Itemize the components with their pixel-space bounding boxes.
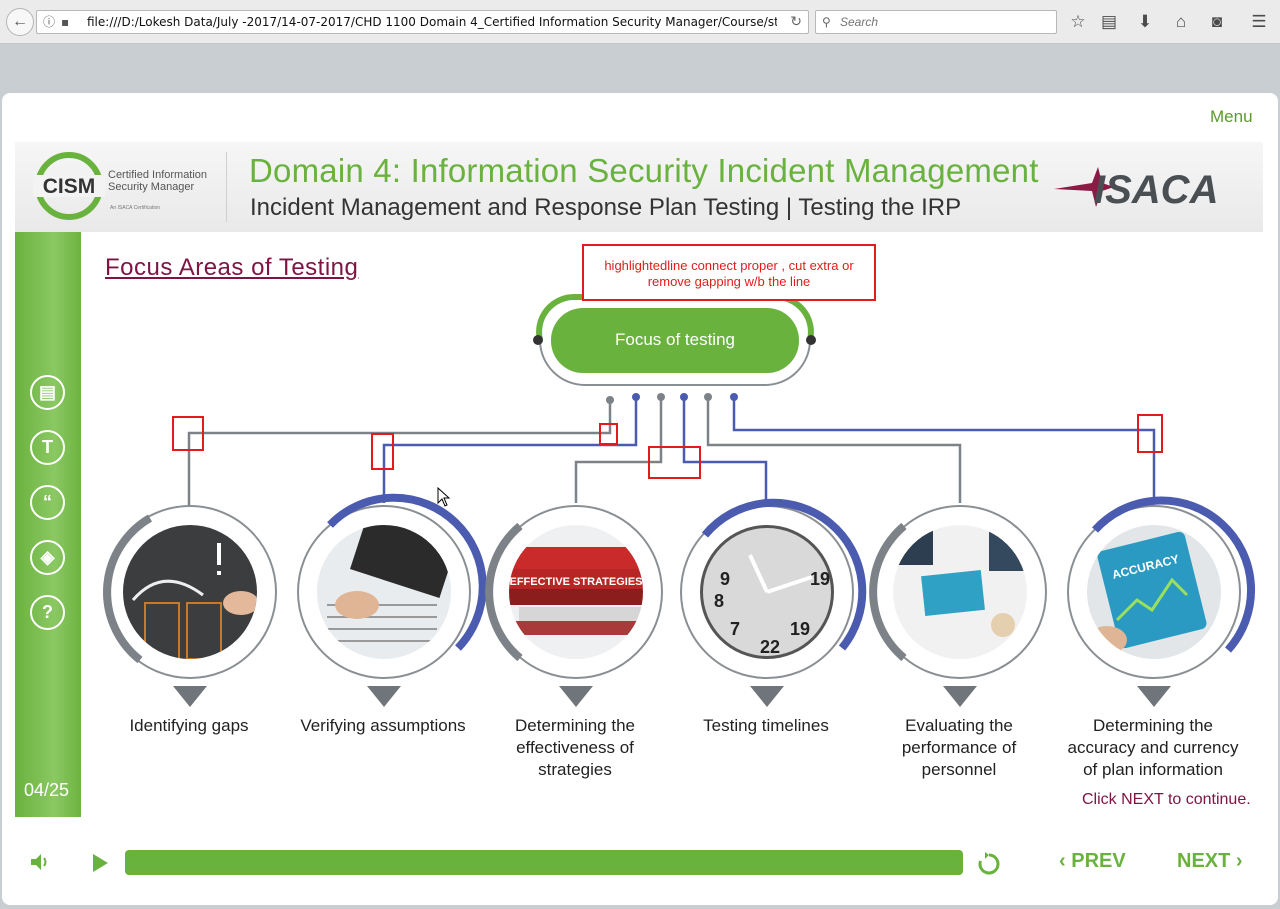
- svg-text:22: 22: [760, 637, 780, 657]
- isaca-logo-word: ISACA: [1094, 168, 1218, 212]
- cism-logo: CISM: [33, 152, 105, 220]
- replay-icon[interactable]: [976, 851, 1002, 877]
- cism-caption-line1: Certified Information: [108, 169, 208, 181]
- item-label-identifying-gaps: Identifying gaps: [129, 716, 249, 735]
- url-bar[interactable]: ⓘ ▪ file:///D:/Lokesh Data/July -2017/14…: [36, 10, 809, 34]
- progress-bar[interactable]: [125, 850, 963, 875]
- prev-button[interactable]: ‹ PREV: [1059, 850, 1126, 873]
- hamburger-menu-icon[interactable]: ☰: [1249, 12, 1269, 32]
- layers-icon[interactable]: ◈: [30, 540, 65, 575]
- pocket-icon[interactable]: ◙: [1207, 12, 1227, 32]
- click-next-instruction: Click NEXT to continue.: [1082, 791, 1251, 808]
- item-label-accuracy: Determining the accuracy and currency of…: [1067, 716, 1239, 779]
- reload-icon[interactable]: ↻: [790, 11, 802, 33]
- header-divider: [226, 152, 227, 222]
- volume-icon[interactable]: [29, 852, 51, 872]
- url-text[interactable]: file:///D:/Lokesh Data/July -2017/14-07-…: [87, 11, 777, 33]
- photo-meeting: [893, 525, 1027, 659]
- isaca-logo: ISACA: [1054, 167, 1218, 212]
- notes-icon[interactable]: ▤: [30, 375, 65, 410]
- domain-subtitle: Incident Management and Response Plan Te…: [250, 194, 962, 221]
- page-icon: ▪: [61, 15, 70, 29]
- quote-icon[interactable]: “: [30, 485, 65, 520]
- cism-logo-caption: Certified Information Security Manager: [108, 169, 207, 193]
- cism-caption-line2: Security Manager: [108, 181, 195, 193]
- slide-counter: 04/25: [24, 780, 70, 800]
- photo-calculator: [317, 525, 451, 659]
- photo-chalkboard: [123, 525, 257, 659]
- review-annotation-note: highlightedline connect proper , cut ext…: [582, 244, 876, 301]
- help-icon[interactable]: ?: [30, 595, 65, 630]
- svg-text:7: 7: [730, 619, 740, 639]
- item-label-effectiveness: Determining the effectiveness of strateg…: [514, 716, 635, 779]
- download-icon[interactable]: ⬇: [1135, 12, 1155, 32]
- cism-caption-line3: An ISACA Certification: [110, 205, 161, 211]
- photo-clock: 987 19 19 22: [700, 525, 834, 659]
- item-label-personnel: Evaluating the performance of personnel: [901, 716, 1017, 779]
- browser-toolbar: ← ⓘ ▪ file:///D:/Lokesh Data/July -2017/…: [0, 0, 1280, 44]
- svg-text:9: 9: [720, 569, 730, 589]
- bookmark-star-icon[interactable]: ☆: [1068, 12, 1088, 32]
- search-input[interactable]: [840, 14, 1050, 30]
- menu-link[interactable]: Menu: [1210, 107, 1253, 127]
- item-label-timelines: Testing timelines: [703, 716, 829, 735]
- progress-fill: [125, 850, 963, 875]
- next-button[interactable]: NEXT ›: [1177, 850, 1243, 873]
- domain-title: Domain 4: Information Security Incident …: [249, 152, 1039, 189]
- search-icon: ⚲: [822, 15, 831, 29]
- transcript-icon[interactable]: T: [30, 430, 65, 465]
- chevron-right-icon: ›: [1235, 850, 1243, 872]
- sidebar: [15, 232, 81, 817]
- play-icon[interactable]: [93, 854, 108, 872]
- cism-logo-word: CISM: [43, 175, 96, 198]
- slide-heading: Focus Areas of Testing: [105, 254, 359, 281]
- search-bar[interactable]: ⚲: [815, 10, 1057, 34]
- focus-pill-label[interactable]: Focus of testing: [551, 330, 799, 350]
- mouse-cursor: [437, 487, 451, 507]
- svg-text:8: 8: [714, 591, 724, 611]
- next-label: NEXT: [1177, 850, 1231, 872]
- back-icon[interactable]: ←: [6, 8, 34, 36]
- item-label-verifying-assumptions: Verifying assumptions: [300, 716, 466, 735]
- reading-list-icon[interactable]: ▤: [1099, 12, 1119, 32]
- prev-label: PREV: [1071, 850, 1126, 872]
- chevron-left-icon: ‹: [1059, 850, 1066, 872]
- photo-accuracy: ACCURACY: [1087, 525, 1221, 659]
- photo-strategies-text: EFFECTIVE STRATEGIES: [509, 576, 642, 588]
- photo-effective-strategies: EFFECTIVE STRATEGIES: [509, 525, 643, 659]
- svg-text:19: 19: [810, 569, 830, 589]
- info-icon[interactable]: ⓘ: [43, 11, 55, 33]
- home-icon[interactable]: ⌂: [1171, 12, 1191, 32]
- svg-text:19: 19: [790, 619, 810, 639]
